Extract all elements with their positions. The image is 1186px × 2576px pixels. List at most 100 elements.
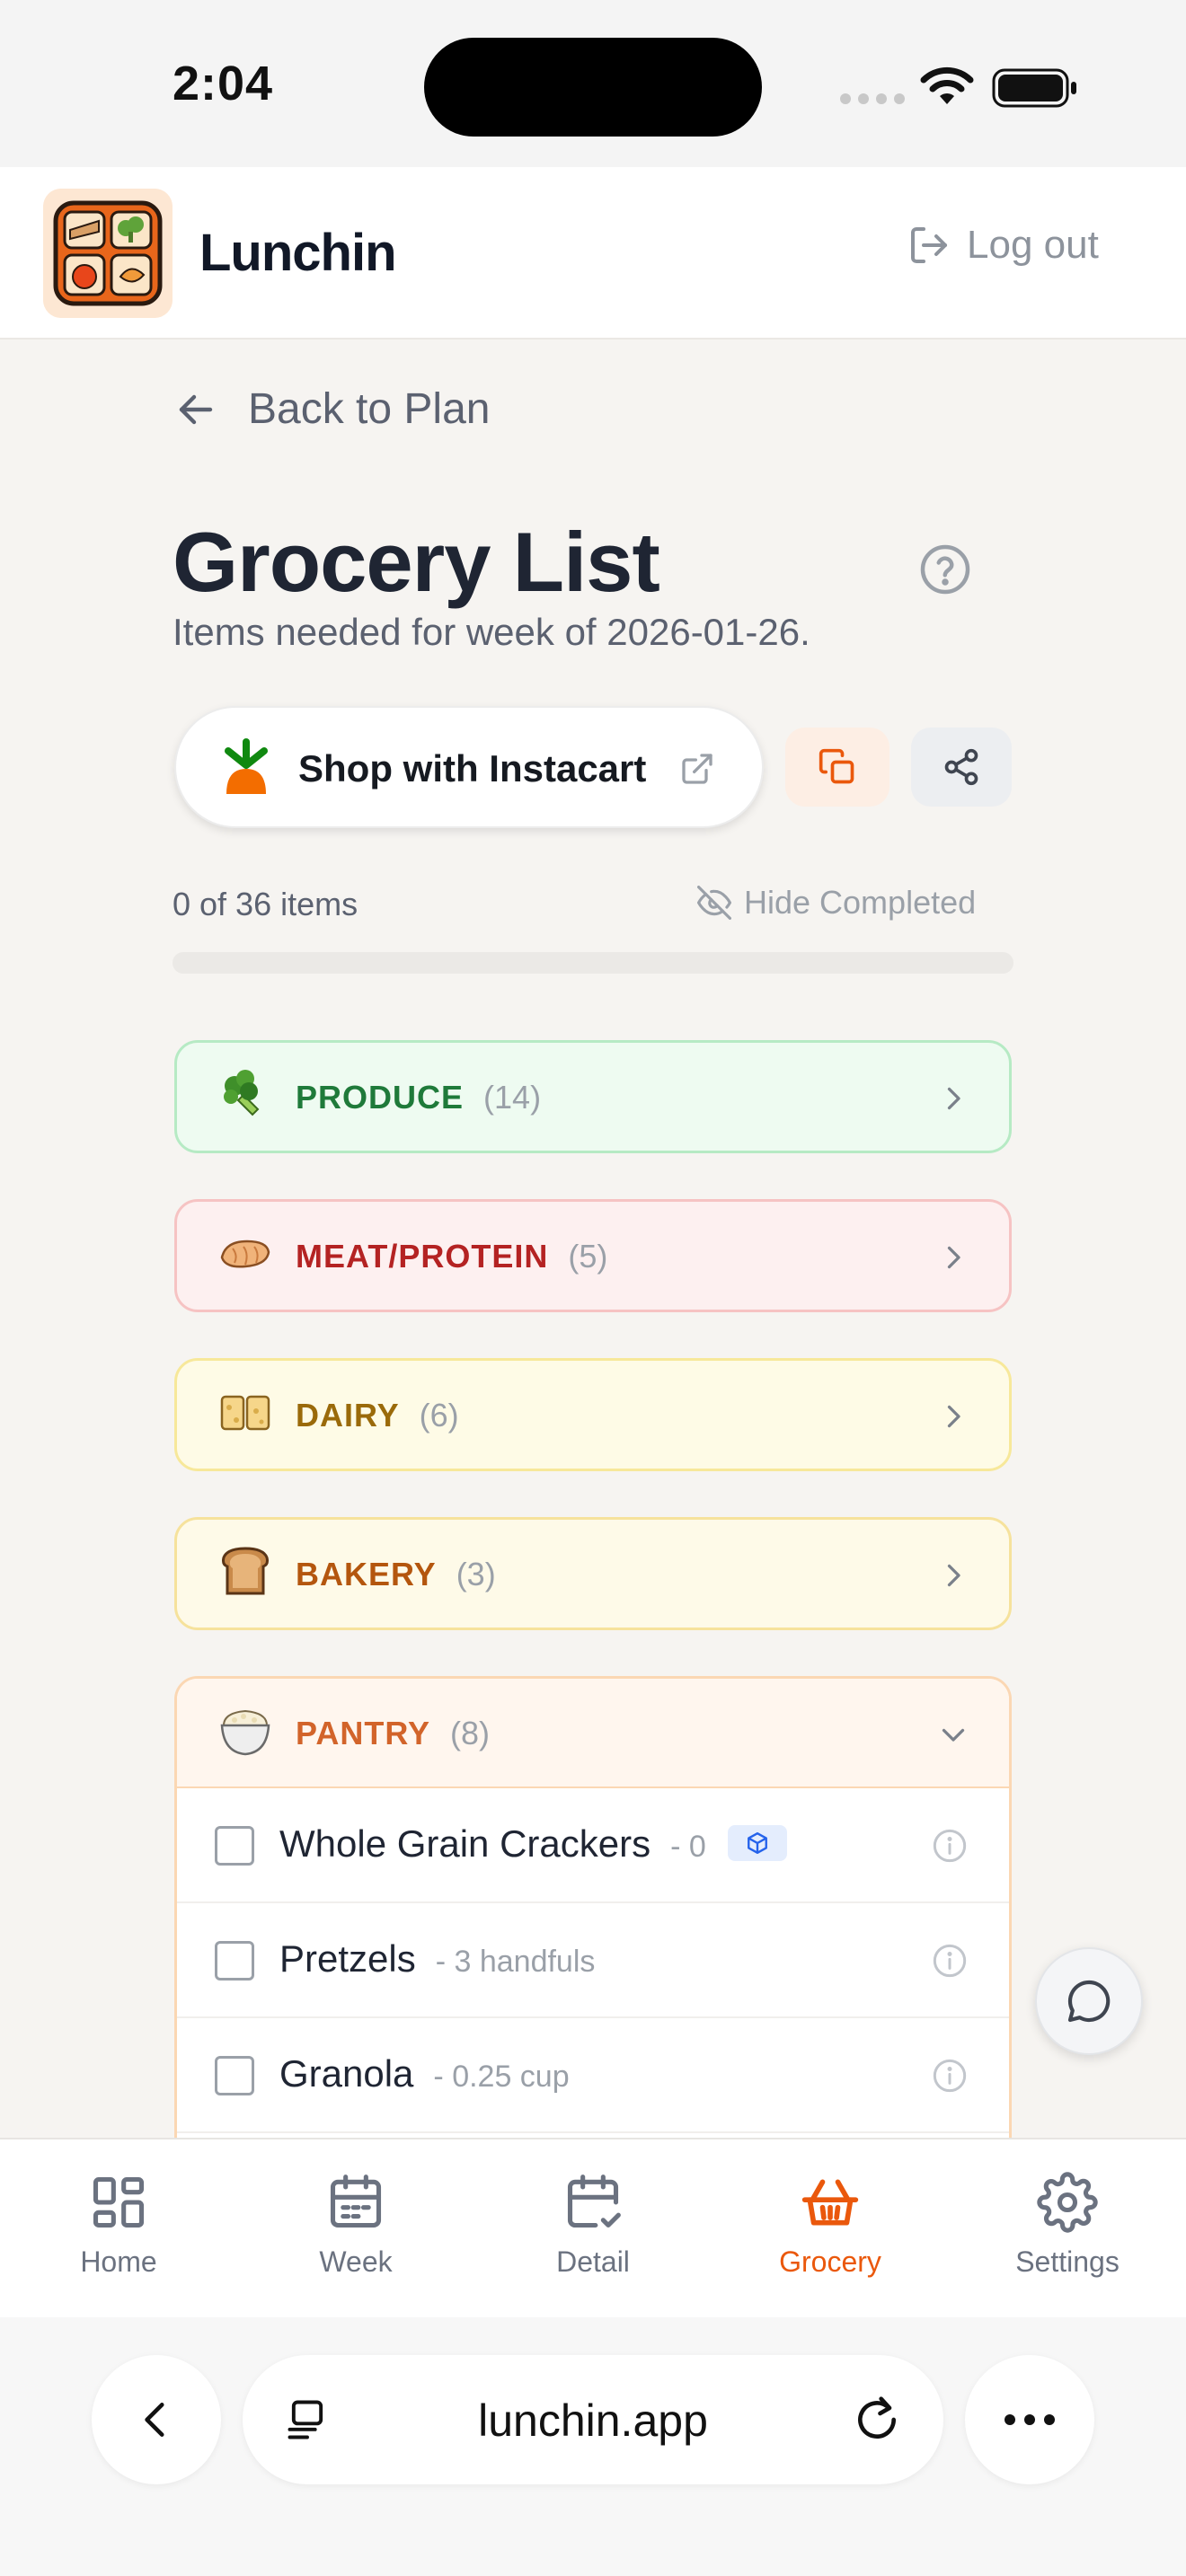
item-checkbox[interactable] xyxy=(215,2056,254,2095)
cheese-icon xyxy=(220,1395,270,1431)
progress-count: 0 of 36 items xyxy=(173,886,358,922)
logout-label: Log out xyxy=(967,223,1099,267)
info-icon[interactable] xyxy=(932,1943,968,1979)
browser-toolbar: lunchin.app xyxy=(0,2317,1186,2576)
chevron-right-icon xyxy=(947,1087,960,1110)
basket-icon xyxy=(801,2179,859,2226)
instacart-label: Shop with Instacart xyxy=(298,747,647,790)
nav-home[interactable]: Home xyxy=(29,2172,208,2279)
category-dairy[interactable]: DAIRY (6) xyxy=(174,1358,1012,1471)
shop-with-instacart-button[interactable]: Shop with Instacart xyxy=(174,706,764,828)
chat-bubble-icon xyxy=(1067,1980,1111,2023)
info-icon[interactable] xyxy=(932,2058,968,2094)
carrot-icon xyxy=(225,738,268,794)
bottom-navigation: Home Week Detail Grocery Settings xyxy=(0,2138,1186,2317)
item-quantity: - 3 handfuls xyxy=(435,1945,596,1979)
category-pantry: PANTRY (8) Whole Grain Crackers - 0 Pretze… xyxy=(174,1676,1012,2179)
info-icon[interactable] xyxy=(932,1828,968,1864)
logout-button[interactable]: Log out xyxy=(907,223,1099,268)
more-horizontal-icon xyxy=(1005,2414,1055,2425)
nav-grocery-label: Grocery xyxy=(779,2245,881,2278)
category-name: MEAT/PROTEIN xyxy=(296,1238,549,1275)
category-count: (3) xyxy=(456,1556,496,1592)
bread-icon xyxy=(222,1547,269,1595)
cellular-signal-icon xyxy=(840,93,905,104)
grocery-item: Pretzels - 3 handfuls xyxy=(177,1903,1009,2018)
category-count: (5) xyxy=(568,1238,608,1275)
url-bar[interactable]: lunchin.app xyxy=(243,2355,943,2484)
reload-icon[interactable] xyxy=(852,2395,902,2445)
back-to-plan-label: Back to Plan xyxy=(248,385,491,433)
hide-completed-label: Hide Completed xyxy=(744,884,977,921)
category-produce[interactable]: PRODUCE (14) xyxy=(174,1040,1012,1153)
arrow-left-icon xyxy=(179,394,213,424)
chevron-right-icon xyxy=(947,1564,960,1587)
hide-completed-toggle[interactable]: Hide Completed xyxy=(697,884,976,922)
wifi-icon xyxy=(920,66,974,104)
item-quantity: - 0.25 cup xyxy=(433,2060,570,2094)
category-name: DAIRY xyxy=(296,1397,400,1434)
chat-button[interactable] xyxy=(1035,1947,1143,2055)
chicken-icon xyxy=(220,1239,270,1268)
help-icon[interactable] xyxy=(918,543,972,596)
chevron-left-icon xyxy=(145,2403,164,2437)
browser-back-button[interactable] xyxy=(92,2355,221,2484)
category-pantry-header[interactable]: PANTRY (8) xyxy=(177,1679,1009,1788)
external-link-icon xyxy=(682,754,712,784)
back-to-plan-link[interactable]: Back to Plan xyxy=(174,384,490,434)
logout-icon xyxy=(911,227,947,263)
item-quantity: - 0 xyxy=(670,1830,706,1864)
category-name: BAKERY xyxy=(296,1556,437,1592)
rice-bowl-icon xyxy=(220,1709,270,1756)
category-meat-protein[interactable]: MEAT/PROTEIN (5) xyxy=(174,1199,1012,1312)
item-name: Pretzels xyxy=(279,1937,416,1980)
app-name: Lunchin xyxy=(199,224,397,282)
nav-week[interactable]: Week xyxy=(266,2172,446,2279)
item-checkbox[interactable] xyxy=(215,1941,254,1981)
grocery-item: Whole Grain Crackers - 0 xyxy=(177,1788,1009,1903)
calendar-icon xyxy=(330,2175,382,2228)
lunchin-logo-icon[interactable] xyxy=(43,189,173,318)
battery-icon xyxy=(992,68,1076,108)
item-name: Granola xyxy=(279,2052,414,2095)
nav-settings-label: Settings xyxy=(1015,2245,1120,2278)
home-grid-icon xyxy=(93,2176,145,2228)
eye-off-icon xyxy=(697,886,731,920)
status-time: 2:04 xyxy=(173,57,274,110)
chevron-down-icon xyxy=(942,1728,965,1742)
category-count: (14) xyxy=(483,1079,542,1116)
nav-detail-label: Detail xyxy=(556,2245,630,2278)
broccoli-icon xyxy=(224,1070,260,1116)
nav-week-label: Week xyxy=(319,2245,393,2278)
category-bakery[interactable]: BAKERY (3) xyxy=(174,1517,1012,1630)
url-text: lunchin.app xyxy=(478,2395,708,2446)
item-badge xyxy=(727,1824,787,1861)
grocery-item: Granola - 0.25 cup xyxy=(177,2018,1009,2133)
progress-bar xyxy=(173,952,1013,974)
share-icon xyxy=(944,748,978,786)
gear-icon xyxy=(1037,2172,1098,2233)
page-subtitle: Items needed for week of 2026-01-26. xyxy=(173,611,810,653)
nav-settings[interactable]: Settings xyxy=(978,2172,1157,2279)
share-list-button[interactable] xyxy=(911,728,1012,807)
item-checkbox[interactable] xyxy=(215,1826,254,1866)
nav-grocery[interactable]: Grocery xyxy=(740,2172,920,2279)
category-count: (6) xyxy=(419,1397,459,1434)
dynamic-island xyxy=(424,38,762,137)
chevron-right-icon xyxy=(947,1405,960,1428)
browser-more-button[interactable] xyxy=(965,2355,1094,2484)
page-title: Grocery List xyxy=(173,515,660,609)
nav-detail[interactable]: Detail xyxy=(503,2172,683,2279)
copy-list-button[interactable] xyxy=(785,728,890,807)
category-name: PRODUCE xyxy=(296,1079,465,1116)
copy-icon xyxy=(819,748,854,784)
package-icon xyxy=(747,1831,767,1854)
category-name: PANTRY xyxy=(296,1715,430,1751)
calendar-check-icon xyxy=(567,2175,621,2228)
chevron-right-icon xyxy=(947,1246,960,1269)
app-header: Lunchin Log out xyxy=(0,167,1186,340)
status-bar: 2:04 xyxy=(0,0,1186,167)
item-name: Whole Grain Crackers xyxy=(279,1822,651,1865)
category-count: (8) xyxy=(450,1715,490,1751)
nav-home-label: Home xyxy=(80,2245,157,2278)
